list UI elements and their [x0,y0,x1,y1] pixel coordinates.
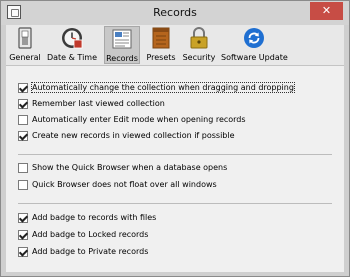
option-show-quick-browser[interactable]: Show the Quick Browser when a database o… [18,162,227,174]
option-label: Show the Quick Browser when a database o… [32,163,228,172]
option-badge-locked-records[interactable]: Add badge to Locked records [18,229,148,241]
tab-label: Date & Time [46,53,98,62]
tab-general[interactable]: General [9,26,41,64]
option-label: Add badge to records with files [32,213,157,222]
preferences-toolbar: General Date & Time Records Presets Secu… [6,25,344,65]
option-label: Quick Browser does not float over all wi… [32,180,217,189]
update-refresh-icon [244,28,264,48]
tab-presets[interactable]: Presets [145,26,177,64]
option-quick-browser-no-float[interactable]: Quick Browser does not float over all wi… [18,179,217,191]
option-label: Create new records in viewed collection … [32,131,235,140]
checkbox[interactable] [18,83,28,93]
tab-records[interactable]: Records [104,26,140,64]
tab-date-time[interactable]: Date & Time [45,26,99,64]
tab-software-update[interactable]: Software Update [221,26,288,64]
option-label: Add badge to Private records [32,247,149,256]
option-auto-enter-edit-mode[interactable]: Automatically enter Edit mode when openi… [18,114,246,126]
tab-label: General [9,53,41,62]
checkbox[interactable] [18,115,28,125]
checkbox[interactable] [18,247,28,257]
switch-icon [18,27,32,49]
window-title: Records [153,6,197,19]
option-remember-last-collection[interactable]: Remember last viewed collection [18,98,165,110]
padlock-icon [190,27,208,49]
option-badge-private-records[interactable]: Add badge to Private records [18,246,148,258]
tab-security[interactable]: Security [181,26,217,64]
records-preferences-panel: Automatically change the collection when… [6,65,344,272]
title-bar[interactable]: Records ✕ [1,1,349,25]
preferences-window: Records ✕ General Date & Time Records Pr… [0,0,350,277]
checkbox[interactable] [18,99,28,109]
option-label: Automatically change the collection when… [31,82,295,93]
option-label: Add badge to Locked records [32,230,149,239]
tab-label: Presets [146,53,176,62]
checkbox[interactable] [18,180,28,190]
clock-icon [62,28,83,49]
records-card-icon [112,29,132,49]
section-divider [18,154,332,155]
option-auto-change-collection[interactable]: Automatically change the collection when… [18,82,295,94]
presets-box-icon [152,27,170,49]
tab-label: Security [182,53,216,62]
section-divider [18,203,332,204]
close-button[interactable]: ✕ [310,2,343,20]
checkbox[interactable] [18,230,28,240]
option-badge-records-with-files[interactable]: Add badge to records with files [18,212,156,224]
checkbox[interactable] [18,213,28,223]
tab-label: Software Update [221,53,288,62]
option-create-in-viewed-collection[interactable]: Create new records in viewed collection … [18,130,235,142]
option-label: Remember last viewed collection [32,99,165,108]
checkbox[interactable] [18,163,28,173]
option-label: Automatically enter Edit mode when openi… [32,115,246,124]
checkbox[interactable] [18,131,28,141]
tab-label: Records [106,54,138,63]
